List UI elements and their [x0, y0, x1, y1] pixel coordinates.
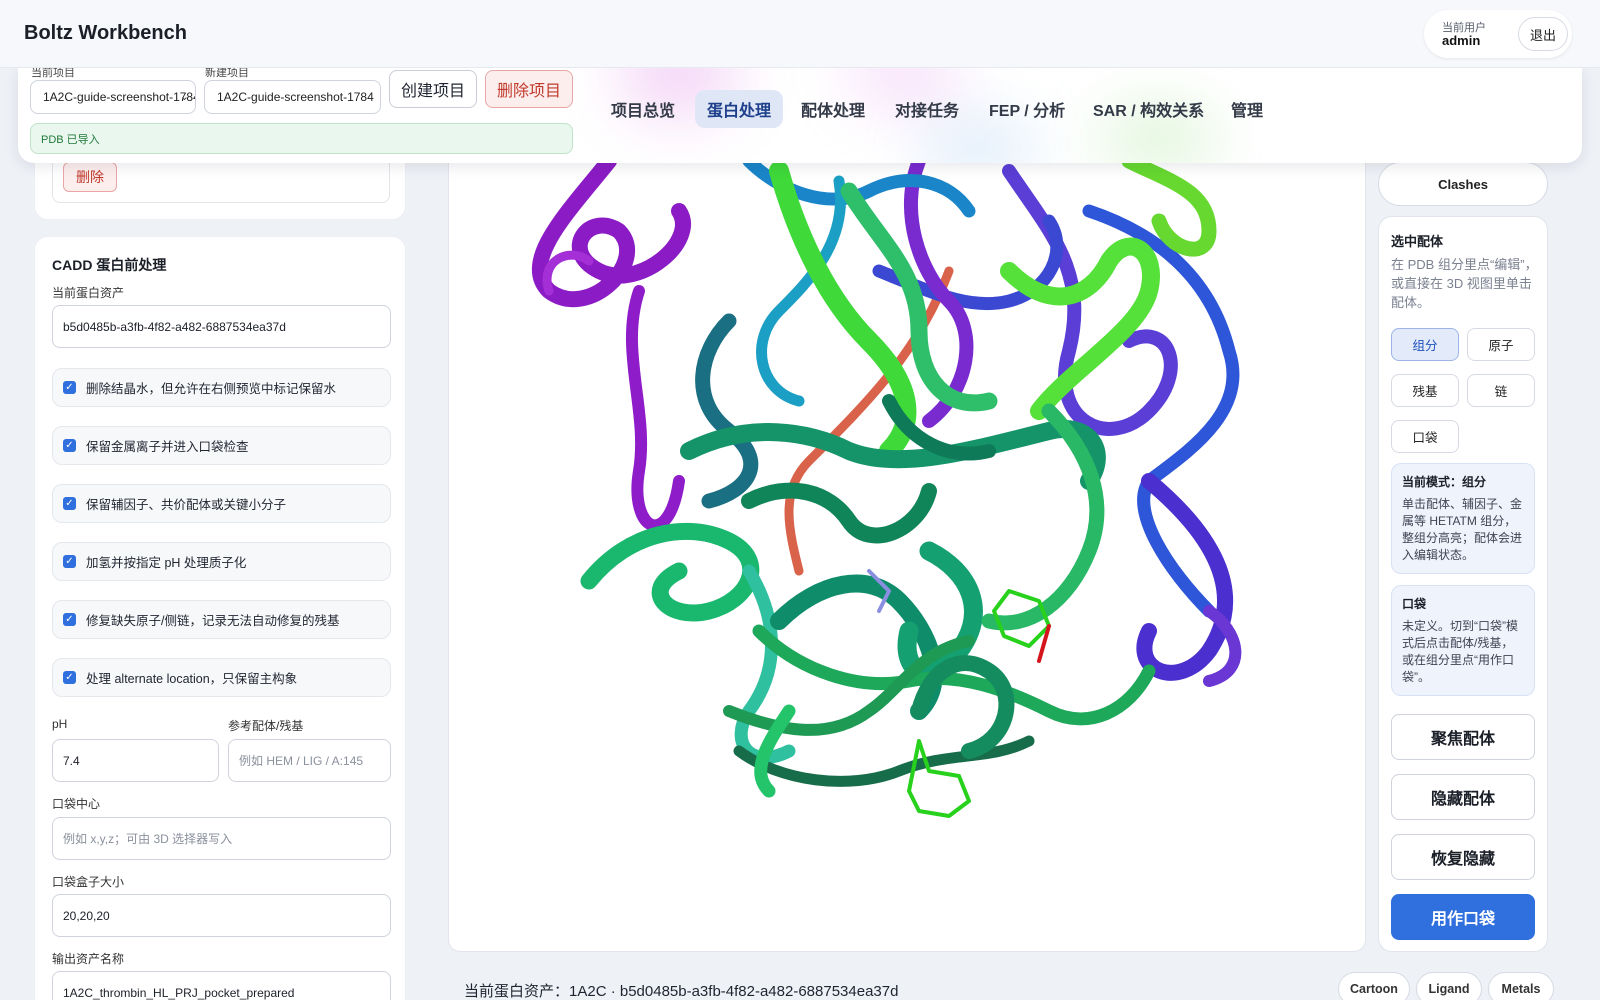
new-project-input[interactable]: 1A2C-guide-screenshot-1784: [204, 80, 381, 114]
metals-toggle[interactable]: Metals: [1488, 972, 1554, 1000]
cartoon-toggle[interactable]: Cartoon: [1338, 972, 1410, 1000]
selected-ligand-description: 在 PDB 组分里点“编辑”，或直接在 3D 视图里单击配体。: [1391, 257, 1538, 310]
ph-input[interactable]: 7.4: [52, 739, 219, 782]
ligand-toggle[interactable]: Ligand: [1416, 972, 1482, 1000]
output-name-label: 输出资产名称: [52, 952, 125, 966]
current-project-select[interactable]: 1A2C-guide-screenshot-1784 ⌄: [30, 80, 196, 114]
new-project-label: 新建项目: [205, 68, 249, 79]
app-title: Boltz Workbench: [24, 22, 187, 44]
option-add-hydrogens[interactable]: ✓ 加氢并按指定 pH 处理质子化: [52, 542, 391, 581]
option-keep-metals[interactable]: ✓ 保留金属离子并进入口袋检查: [52, 426, 391, 465]
option-altloc[interactable]: ✓ 处理 alternate location，只保留主构象: [52, 658, 391, 697]
current-project-value: 1A2C-guide-screenshot-1784: [43, 90, 196, 104]
protein-cartoon-render[interactable]: [449, 151, 1366, 952]
current-project-label: 当前项目: [31, 68, 75, 79]
pocket-info-box: 口袋 未定义。切到“口袋”模式后点击配体/残基，或在组分里点“用作口袋”。: [1391, 585, 1535, 696]
option-repair-atoms[interactable]: ✓ 修复缺失原子/侧链，记录无法自动修复的残基: [52, 600, 391, 639]
tab-sar[interactable]: SAR / 构效关系: [1081, 90, 1216, 128]
mode-residue-button[interactable]: 残基: [1391, 374, 1459, 407]
pocket-center-input[interactable]: 例如 x,y,z；可由 3D 选择器写入: [52, 817, 391, 860]
previous-item: 删除: [52, 157, 390, 203]
tab-overview[interactable]: 项目总览: [599, 90, 687, 128]
checkbox-checked[interactable]: ✓: [63, 671, 76, 684]
mode-info-title: 当前模式：组分: [1402, 475, 1487, 489]
option-label: 删除结晶水，但允许在右侧预览中标记保留水: [86, 382, 337, 396]
tab-docking[interactable]: 对接任务: [883, 90, 971, 128]
ref-ligand-label: 参考配体/残基: [228, 719, 304, 733]
option-keep-cofactors[interactable]: ✓ 保留辅因子、共价配体或关键小分子: [52, 484, 391, 523]
checkbox-checked[interactable]: ✓: [63, 613, 76, 626]
pocket-center-label: 口袋中心: [52, 797, 101, 811]
option-label: 保留金属离子并进入口袋检查: [86, 440, 249, 454]
create-project-button[interactable]: 创建项目: [389, 70, 477, 108]
focus-ligand-button[interactable]: 聚焦配体: [1391, 714, 1535, 760]
delete-button[interactable]: 删除: [63, 162, 117, 192]
checkbox-checked[interactable]: ✓: [63, 497, 76, 510]
chevron-down-icon: ⌄: [179, 91, 189, 103]
cadd-title: CADD 蛋白前处理: [52, 257, 167, 273]
selected-ligand-title: 选中配体: [1391, 234, 1444, 249]
option-label: 保留辅因子、共价配体或关键小分子: [86, 498, 287, 512]
pocket-info-title: 口袋: [1402, 597, 1427, 611]
cadd-prep-card: CADD 蛋白前处理 当前蛋白资产 b5d0485b-a3fb-4f82-a48…: [34, 236, 406, 1000]
mode-chain-button[interactable]: 链: [1467, 374, 1535, 407]
mode-info-box: 当前模式：组分 单击配体、辅因子、金属等 HETATM 组分，整组分高亮；配体会…: [1391, 463, 1535, 574]
asset-label: 当前蛋白资产: [52, 286, 125, 300]
pocket-box-label: 口袋盒子大小: [52, 875, 125, 889]
pocket-info-text: 未定义。切到“口袋”模式后点击配体/残基，或在组分里点“用作口袋”。: [1402, 619, 1518, 684]
tab-fep[interactable]: FEP / 分析: [977, 90, 1077, 128]
restore-hidden-button[interactable]: 恢复隐藏: [1391, 834, 1535, 880]
protein-3d-viewer[interactable]: [448, 150, 1366, 952]
current-asset-line: 当前蛋白资产：1A2C · b5d0485b-a3fb-4f82-a482-68…: [464, 983, 899, 1000]
top-header: Boltz Workbench 当前用户 admin 退出: [0, 0, 1600, 68]
ph-label: pH: [52, 717, 68, 731]
hide-ligand-button[interactable]: 隐藏配体: [1391, 774, 1535, 820]
checkbox-checked[interactable]: ✓: [63, 555, 76, 568]
mode-pocket-button[interactable]: 口袋: [1391, 420, 1459, 453]
option-label: 修复缺失原子/侧链，记录无法自动修复的残基: [86, 614, 340, 628]
option-label: 加氢并按指定 pH 处理质子化: [86, 556, 247, 570]
selected-ligand-panel: 选中配体 在 PDB 组分里点“编辑”，或直接在 3D 视图里单击配体。 组分 …: [1378, 216, 1548, 952]
asset-input[interactable]: b5d0485b-a3fb-4f82-a482-6887534ea37d: [52, 305, 391, 348]
checkbox-checked[interactable]: ✓: [63, 381, 76, 394]
clashes-button[interactable]: Clashes: [1378, 162, 1548, 206]
option-label: 处理 alternate location，只保留主构象: [86, 672, 298, 686]
new-project-value: 1A2C-guide-screenshot-1784: [217, 90, 374, 104]
logout-button[interactable]: 退出: [1518, 17, 1568, 51]
user-box: 当前用户 admin 退出: [1424, 10, 1572, 58]
project-panel: 当前项目 1A2C-guide-screenshot-1784 ⌄ 新建项目 1…: [18, 68, 1582, 163]
option-remove-water[interactable]: ✓ 删除结晶水，但允许在右侧预览中标记保留水: [52, 368, 391, 407]
ref-ligand-input[interactable]: 例如 HEM / LIG / A:145: [228, 739, 391, 782]
user-name: admin: [1442, 33, 1481, 48]
checkbox-checked[interactable]: ✓: [63, 439, 76, 452]
tab-ligand[interactable]: 配体处理: [789, 90, 877, 128]
mode-component-button[interactable]: 组分: [1391, 328, 1459, 361]
mode-info-text: 单击配体、辅因子、金属等 HETATM 组分，整组分高亮；配体会进入编辑状态。: [1402, 497, 1523, 562]
delete-project-button[interactable]: 删除项目: [485, 70, 573, 108]
tab-protein[interactable]: 蛋白处理: [695, 90, 784, 128]
pocket-box-input[interactable]: 20,20,20: [52, 894, 391, 937]
tab-admin[interactable]: 管理: [1219, 90, 1275, 128]
use-as-pocket-button[interactable]: 用作口袋: [1391, 894, 1535, 940]
pdb-status-badge: PDB 已导入: [30, 123, 573, 154]
mode-atom-button[interactable]: 原子: [1467, 328, 1535, 361]
output-name-input[interactable]: 1A2C_thrombin_HL_PRJ_pocket_prepared: [52, 971, 391, 1000]
